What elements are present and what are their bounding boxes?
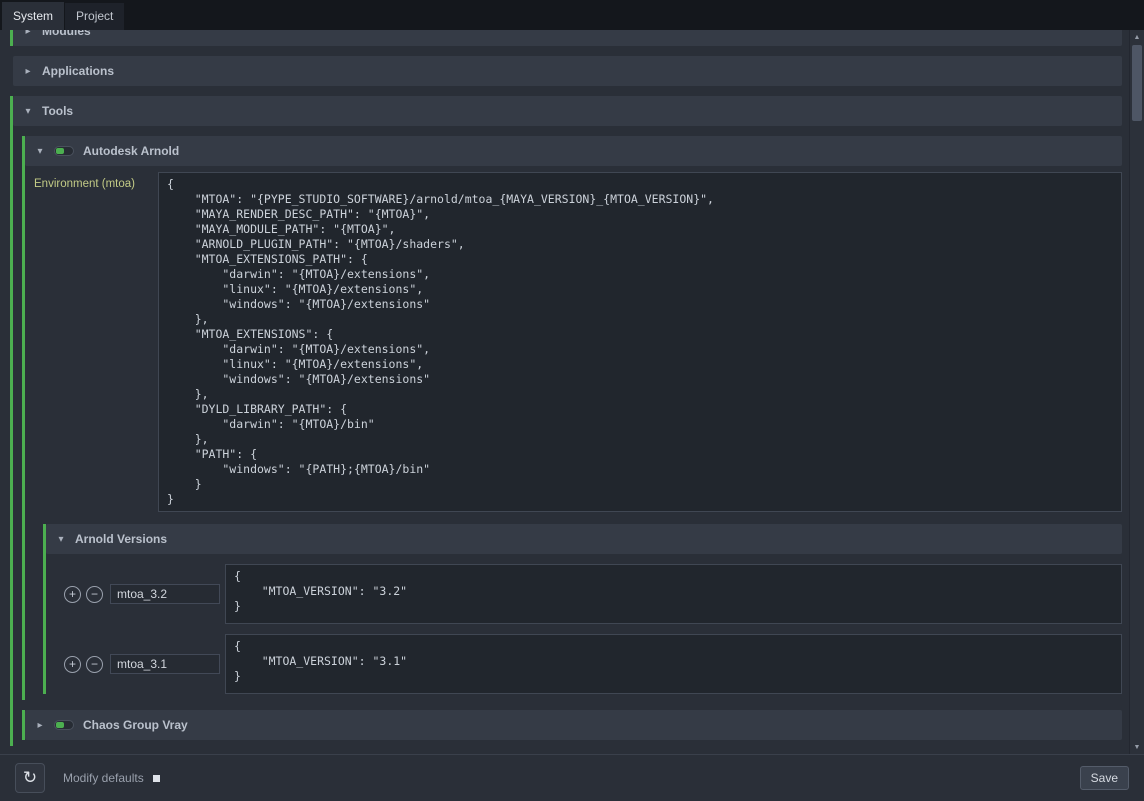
- save-button[interactable]: Save: [1080, 766, 1129, 790]
- enabled-toggle[interactable]: [54, 146, 74, 156]
- arnold-versions-body: + − { "MTOA_VERSION": "3.2" } +: [46, 564, 1122, 694]
- tab-bar: System Project: [0, 0, 1144, 30]
- expand-arrow-icon: ▾: [56, 534, 66, 545]
- expand-arrow-icon: ▾: [35, 146, 45, 157]
- section-label-modules: Modules: [42, 30, 91, 38]
- section-modules: ▸ Modules: [10, 30, 1122, 46]
- section-label-tools: Tools: [42, 104, 73, 118]
- section-chaos-group-vray: ▸ Chaos Group Vray: [22, 710, 1122, 740]
- refresh-button[interactable]: ↻: [15, 763, 45, 793]
- section-header-modules[interactable]: ▸ Modules: [13, 30, 1122, 46]
- section-header-chaos-group-vray[interactable]: ▸ Chaos Group Vray: [25, 710, 1122, 740]
- refresh-icon: ↻: [23, 768, 37, 787]
- version-key-input[interactable]: [110, 654, 220, 674]
- section-label-applications: Applications: [42, 64, 114, 78]
- environment-label: Environment (mtoa): [34, 172, 158, 512]
- collapse-arrow-icon: ▸: [35, 720, 45, 731]
- expand-arrow-icon: ▾: [23, 106, 33, 117]
- section-applications: ▸ Applications: [10, 56, 1122, 86]
- section-header-autodesk-arnold[interactable]: ▾ Autodesk Arnold: [25, 136, 1122, 166]
- add-item-button[interactable]: +: [64, 586, 81, 603]
- version-row: + − { "MTOA_VERSION": "3.2" }: [46, 564, 1122, 624]
- settings-scroll-area: ▸ Modules ▸ Applications ▾ Tools ▾: [0, 30, 1144, 754]
- tab-system[interactable]: System: [2, 2, 64, 30]
- section-label-arnold-versions: Arnold Versions: [75, 532, 167, 546]
- footer-bar: ↻ Modify defaults Save: [0, 754, 1144, 801]
- arnold-body: Environment (mtoa) { "MTOA": "{PYPE_STUD…: [25, 172, 1122, 700]
- tab-project[interactable]: Project: [65, 3, 124, 30]
- modify-defaults-label: Modify defaults: [63, 771, 144, 785]
- remove-item-button[interactable]: −: [86, 586, 103, 603]
- version-key-input[interactable]: [110, 584, 220, 604]
- section-header-arnold-versions[interactable]: ▾ Arnold Versions: [46, 524, 1122, 554]
- row-buttons: + −: [64, 656, 103, 673]
- version-json-textarea[interactable]: { "MTOA_VERSION": "3.2" }: [225, 564, 1122, 624]
- section-arnold-versions: ▾ Arnold Versions + −: [43, 524, 1122, 694]
- environment-json-textarea[interactable]: { "MTOA": "{PYPE_STUDIO_SOFTWARE}/arnold…: [158, 172, 1122, 512]
- scrollbar-thumb[interactable]: [1132, 45, 1142, 121]
- enabled-toggle[interactable]: [54, 720, 74, 730]
- section-autodesk-arnold: ▾ Autodesk Arnold Environment (mtoa) { "…: [22, 136, 1122, 700]
- environment-field-row: Environment (mtoa) { "MTOA": "{PYPE_STUD…: [34, 172, 1122, 512]
- version-json-textarea[interactable]: { "MTOA_VERSION": "3.1" }: [225, 634, 1122, 694]
- collapse-arrow-icon: ▸: [23, 66, 33, 77]
- add-item-button[interactable]: +: [64, 656, 81, 673]
- vertical-scrollbar[interactable]: ▲ ▼: [1129, 30, 1144, 754]
- section-label-autodesk-arnold: Autodesk Arnold: [83, 144, 179, 158]
- tools-body: ▾ Autodesk Arnold Environment (mtoa) { "…: [13, 136, 1122, 746]
- version-row: + − { "MTOA_VERSION": "3.1" }: [46, 634, 1122, 694]
- section-header-applications[interactable]: ▸ Applications: [13, 56, 1122, 86]
- scroll-down-icon[interactable]: ▼: [1130, 740, 1144, 754]
- settings-content: ▸ Modules ▸ Applications ▾ Tools ▾: [0, 30, 1128, 754]
- row-buttons: + −: [64, 586, 103, 603]
- section-header-tools[interactable]: ▾ Tools: [13, 96, 1122, 126]
- collapse-arrow-icon: ▸: [23, 30, 33, 37]
- section-label-chaos-group-vray: Chaos Group Vray: [83, 718, 188, 732]
- section-tools: ▾ Tools ▾ Autodesk Arnold Environment (m…: [10, 96, 1122, 746]
- remove-item-button[interactable]: −: [86, 656, 103, 673]
- modify-defaults-checkbox[interactable]: [153, 775, 160, 782]
- scroll-up-icon[interactable]: ▲: [1130, 30, 1144, 44]
